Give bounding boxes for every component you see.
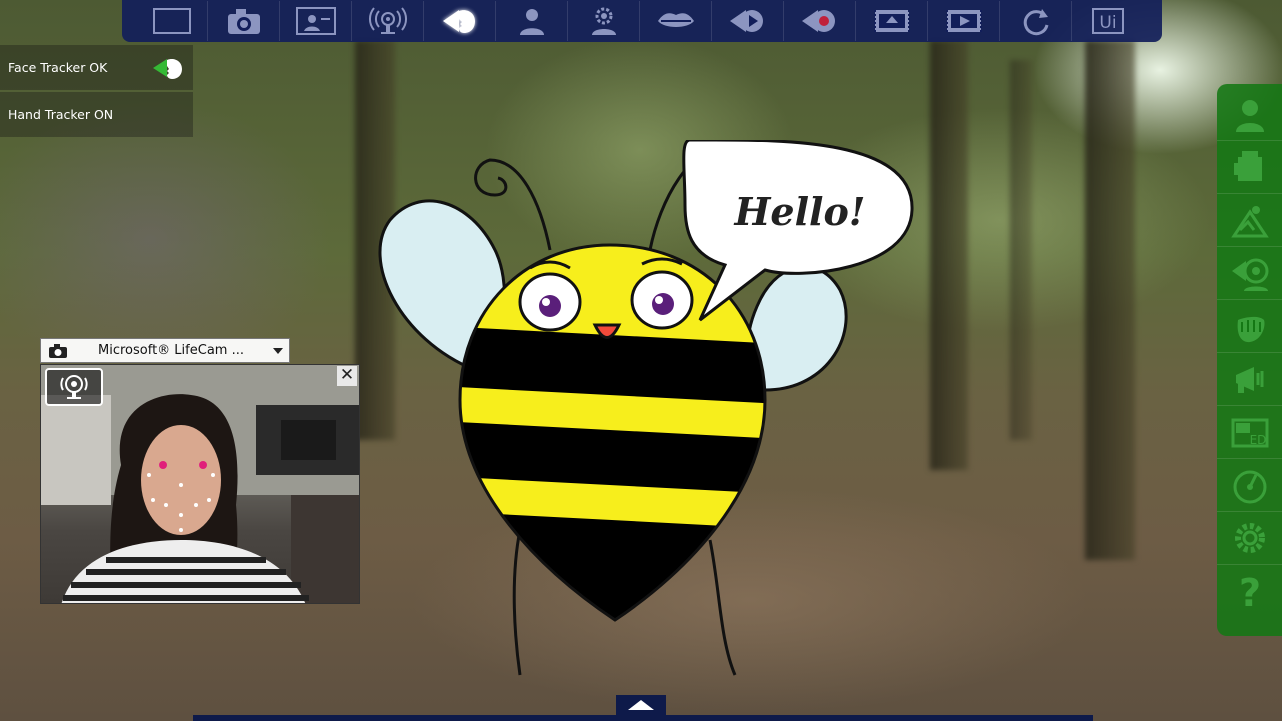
lip-sync-button[interactable] [640,1,712,41]
upload-video-icon [873,10,910,32]
upload-video-button[interactable] [856,1,928,41]
camera-icon [41,343,75,359]
camera-selector[interactable]: Microsoft® LifeCam ... [40,338,290,363]
fullscreen-button[interactable] [136,1,208,41]
right-sidebar: ED ? [1217,84,1282,636]
character-button[interactable] [1217,88,1282,141]
svg-text:ED: ED [1249,433,1266,447]
face-tracking-button[interactable] [424,1,496,41]
bottom-panel-edge [193,715,1093,721]
webcam-icon [60,375,88,399]
expand-panel-button[interactable] [616,695,666,715]
video-playback-button[interactable] [928,1,1000,41]
svg-text:?: ? [1238,571,1260,611]
snapshot-button[interactable] [208,1,280,41]
svg-text:Ui: Ui [1099,13,1116,33]
puppet-settings-icon [591,7,616,35]
ui-toggle-icon: Ui [1092,8,1124,34]
camera-icon [227,9,260,34]
background-button[interactable] [280,1,352,41]
record-icon [801,10,835,32]
puppet-settings-button[interactable] [568,1,640,41]
face-tracker-label: Face Tracker OK [8,60,108,75]
scene-button[interactable] [1217,194,1282,247]
background-icon [295,7,336,35]
chevron-down-icon[interactable] [267,347,289,354]
fullscreen-icon [152,8,191,34]
broadcast-icon [368,7,407,34]
record-button[interactable] [784,1,856,41]
face-tracking-icon [442,10,475,34]
tree-trunk [1010,60,1032,440]
hand-gesture-icon [1237,316,1264,343]
broadcast-button[interactable] [352,1,424,41]
editor-button[interactable]: ED [1217,406,1282,459]
layers-button[interactable] [1217,141,1282,194]
help-icon: ? [1238,571,1260,611]
character-icon [1235,100,1264,132]
bee-character: Hello! [378,140,914,676]
megaphone-icon [1235,367,1263,393]
chevron-up-icon [628,700,654,710]
camera-device-name: Microsoft® LifeCam ... [98,343,244,358]
hand-tracker-status: Hand Tracker ON [0,92,193,137]
layers-icon [1233,151,1262,181]
close-icon: ✕ [339,365,355,385]
face-tracker-ok-icon [153,59,182,79]
settings-gear-icon [1234,523,1265,553]
speedometer-icon [1233,470,1266,504]
webcam-snapshot-button[interactable] [45,368,103,406]
hand-gesture-button[interactable] [1217,300,1282,353]
tree-trunk [930,40,968,470]
help-button[interactable]: ? [1217,565,1282,617]
refresh-button[interactable] [1000,1,1072,41]
editor-icon: ED [1231,418,1268,448]
bee-leg-right [708,539,737,676]
tracker-status-panel: Face Tracker OK Hand Tracker ON [0,45,193,139]
avatar-icon [519,9,544,35]
face-tracker-status: Face Tracker OK [0,45,193,90]
video-playback-icon [945,10,982,32]
scene-icon [1230,206,1269,238]
avatar-button[interactable] [496,1,568,41]
top-toolbar: Ui [122,0,1162,42]
speech-bubble-text: Hello! [734,189,866,234]
ui-toggle-button[interactable]: Ui [1072,1,1144,41]
hand-tracker-label: Hand Tracker ON [8,107,114,122]
close-button[interactable]: ✕ [337,366,357,386]
play-icon [729,10,763,32]
face-cam-button[interactable] [1217,247,1282,300]
bee-leg-left [512,529,522,676]
lip-sync-icon [657,13,694,27]
settings-button[interactable] [1217,512,1282,565]
refresh-icon [1023,9,1048,36]
performance-button[interactable] [1217,459,1282,512]
face-cam-icon [1231,258,1268,291]
announce-button[interactable] [1217,353,1282,406]
play-button[interactable] [712,1,784,41]
